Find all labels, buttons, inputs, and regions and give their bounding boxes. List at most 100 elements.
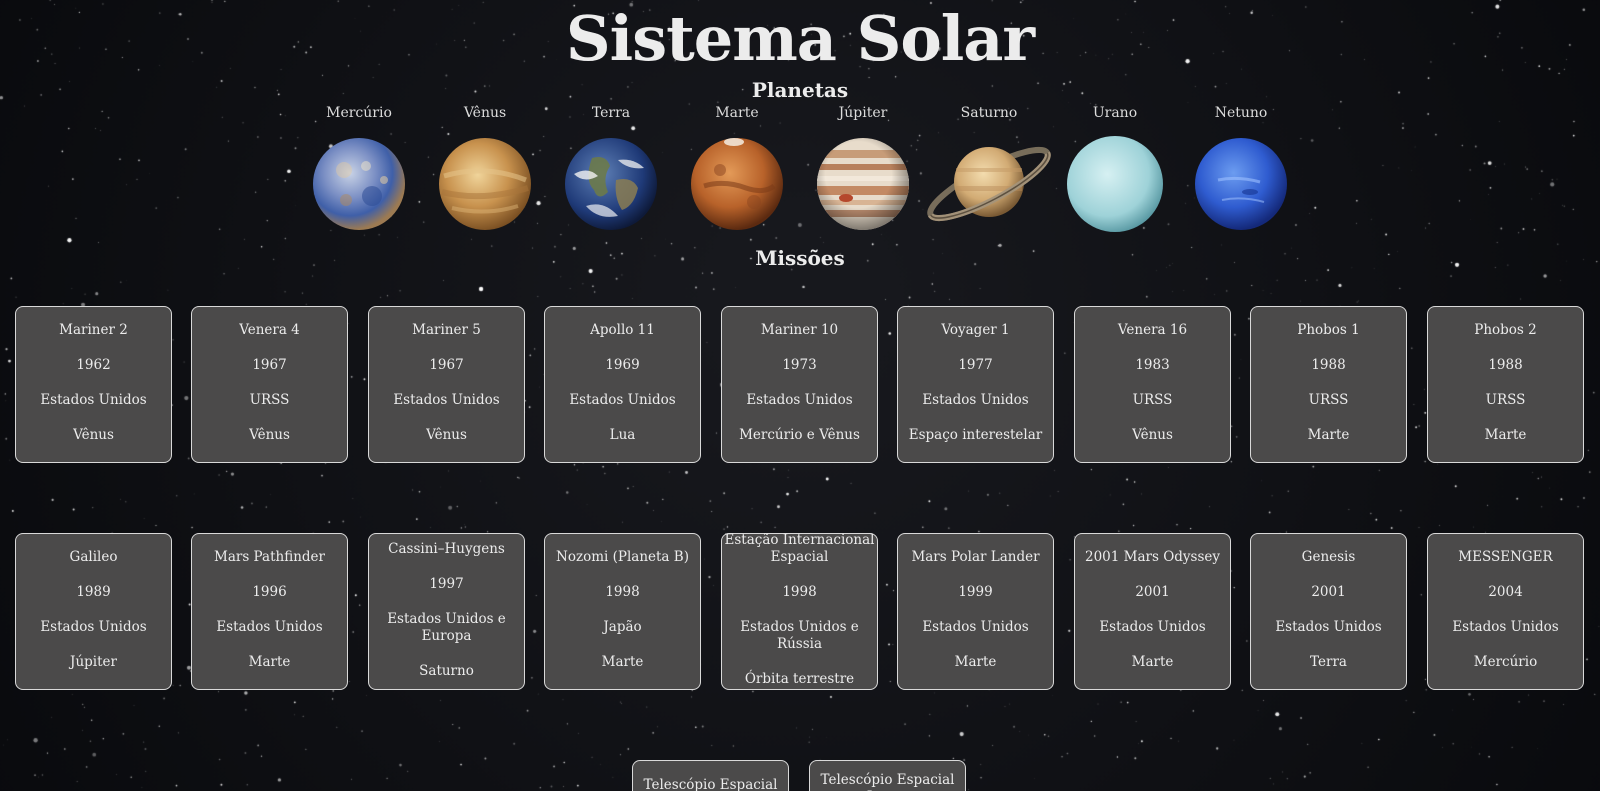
- page: Sistema Solar Planetas Mercúrio Vênus Te…: [0, 0, 1600, 791]
- mission-year: 1997: [429, 575, 464, 592]
- planets-heading: Planetas: [751, 78, 849, 102]
- planet-venus[interactable]: Vênus: [422, 104, 548, 232]
- mission-card[interactable]: 2001 Mars Odyssey 2001 Estados Unidos Ma…: [1074, 533, 1231, 690]
- planet-mercury[interactable]: Mercúrio: [296, 104, 422, 232]
- mission-country: Estados Unidos: [746, 392, 853, 408]
- mission-country: Estados Unidos: [40, 392, 147, 408]
- missions-heading: Missões: [755, 246, 845, 270]
- planet-name: Marte: [715, 105, 759, 121]
- mission-country: Estados Unidos: [922, 619, 1029, 635]
- mission-card[interactable]: Mars Pathfinder 1996 Estados Unidos Mart…: [191, 533, 348, 690]
- mission-name: Telescópio Espacial: [643, 777, 778, 791]
- mission-card[interactable]: Cassini–Huygens 1997 Estados Unidos e Eu…: [368, 533, 525, 690]
- planet-mars[interactable]: Marte: [674, 104, 800, 232]
- mission-country: URSS: [1132, 392, 1173, 408]
- mission-year: 1988: [1311, 357, 1346, 373]
- mission-card[interactable]: Venera 16 1983 URSS Vênus: [1074, 306, 1231, 463]
- mission-target: Marte: [1484, 427, 1527, 443]
- neptune-planet-icon: [1178, 136, 1304, 232]
- mission-year: 2001: [1135, 584, 1170, 600]
- mission-name: Nozomi (Planeta B): [556, 549, 689, 565]
- page-title: Sistema Solar: [565, 2, 1035, 75]
- mission-year: 1988: [1488, 357, 1523, 373]
- mission-country: Estados Unidos: [1099, 619, 1206, 635]
- mission-country: URSS: [1485, 392, 1526, 408]
- mission-card[interactable]: Telescópio Espacial James: [809, 760, 966, 791]
- mission-target: Vênus: [249, 427, 290, 443]
- mission-name: Mariner 5: [412, 322, 481, 338]
- mission-card[interactable]: Telescópio Espacial: [632, 760, 789, 791]
- venus-planet-icon: [422, 136, 548, 232]
- mission-name: Venera 4: [239, 322, 300, 338]
- mission-year: 1983: [1135, 357, 1170, 373]
- planet-name: Urano: [1092, 105, 1138, 121]
- mission-target: Mercúrio e Vênus: [739, 427, 860, 443]
- mission-target: Marte: [1131, 654, 1174, 670]
- mission-target: Espaço interestelar: [908, 427, 1043, 443]
- mission-card[interactable]: Galileo 1989 Estados Unidos Júpiter: [15, 533, 172, 690]
- planet-uranus[interactable]: Urano: [1052, 104, 1178, 232]
- mission-target: Marte: [601, 654, 644, 670]
- mission-year: 1998: [782, 584, 817, 600]
- mission-year: 1973: [782, 357, 817, 373]
- mission-year: 1998: [605, 584, 640, 600]
- mission-target: Vênus: [426, 427, 467, 443]
- planet-saturn[interactable]: Saturno: [926, 104, 1052, 232]
- mission-name: Mars Pathfinder: [214, 549, 325, 565]
- mission-card[interactable]: Phobos 1 1988 URSS Marte: [1250, 306, 1407, 463]
- mission-card[interactable]: Nozomi (Planeta B) 1998 Japão Marte: [544, 533, 701, 690]
- planet-jupiter[interactable]: Júpiter: [800, 104, 926, 232]
- mission-country: Estados Unidos: [216, 619, 323, 635]
- mission-card[interactable]: Apollo 11 1969 Estados Unidos Lua: [544, 306, 701, 463]
- mission-country: Estados Unidos: [569, 392, 676, 408]
- mission-target: Saturno: [419, 662, 474, 679]
- mission-country: Estados Unidos: [40, 619, 147, 635]
- mission-card[interactable]: Voyager 1 1977 Estados Unidos Espaço int…: [897, 306, 1054, 463]
- mission-target: Terra: [1310, 654, 1347, 670]
- mission-card[interactable]: Phobos 2 1988 URSS Marte: [1427, 306, 1584, 463]
- planet-name: Netuno: [1214, 105, 1268, 121]
- planet-neptune[interactable]: Netuno: [1178, 104, 1304, 232]
- mission-card[interactable]: Mariner 10 1973 Estados Unidos Mercúrio …: [721, 306, 878, 463]
- planet-name: Terra: [591, 105, 631, 121]
- mission-card[interactable]: Mars Polar Lander 1999 Estados Unidos Ma…: [897, 533, 1054, 690]
- mission-name: Galileo: [69, 549, 118, 565]
- mission-name: Mariner 10: [760, 322, 839, 338]
- mission-card[interactable]: Mariner 5 1967 Estados Unidos Vênus: [368, 306, 525, 463]
- planet-earth[interactable]: Terra: [548, 104, 674, 232]
- mission-target: Vênus: [73, 427, 114, 443]
- mission-name: Cassini–Huygens: [388, 540, 505, 557]
- planet-name: Mercúrio: [326, 105, 392, 121]
- mission-name: Phobos 1: [1297, 322, 1360, 338]
- mission-name: Voyager 1: [941, 322, 1010, 338]
- mission-year: 1967: [429, 357, 464, 373]
- mission-card[interactable]: Genesis 2001 Estados Unidos Terra: [1250, 533, 1407, 690]
- mission-name: Telescópio Espacial James: [820, 772, 955, 791]
- mission-card[interactable]: MESSENGER 2004 Estados Unidos Mercúrio: [1427, 533, 1584, 690]
- mission-name: Venera 16: [1117, 322, 1188, 338]
- mission-year: 1996: [252, 584, 287, 600]
- mission-country: URSS: [1308, 392, 1349, 408]
- mission-card[interactable]: Estação Internacional Espacial 1998 Esta…: [721, 532, 878, 690]
- mission-target: Marte: [954, 654, 997, 670]
- mission-target: Júpiter: [70, 654, 117, 670]
- mission-target: Marte: [1307, 427, 1350, 443]
- mission-name: 2001 Mars Odyssey: [1085, 549, 1220, 565]
- mission-country: Estados Unidos: [922, 392, 1029, 408]
- mission-target: Órbita terrestre: [744, 671, 855, 687]
- planet-name: Saturno: [960, 105, 1018, 121]
- mission-country: URSS: [249, 392, 290, 408]
- mission-country: Estados Unidos e Europa: [387, 610, 506, 644]
- mission-name: Mariner 2: [59, 322, 128, 338]
- mission-card[interactable]: Venera 4 1967 URSS Vênus: [191, 306, 348, 463]
- mission-target: Marte: [248, 654, 291, 670]
- mission-name: Apollo 11: [590, 322, 655, 338]
- earth-planet-icon: [548, 136, 674, 232]
- mercury-planet-icon: [296, 136, 422, 232]
- mission-country: Estados Unidos e Rússia: [740, 619, 859, 652]
- mission-country: Estados Unidos: [393, 392, 500, 408]
- mission-card[interactable]: Mariner 2 1962 Estados Unidos Vênus: [15, 306, 172, 463]
- mission-year: 2001: [1311, 584, 1346, 600]
- uranus-planet-icon: [1052, 136, 1178, 232]
- mars-planet-icon: [674, 136, 800, 232]
